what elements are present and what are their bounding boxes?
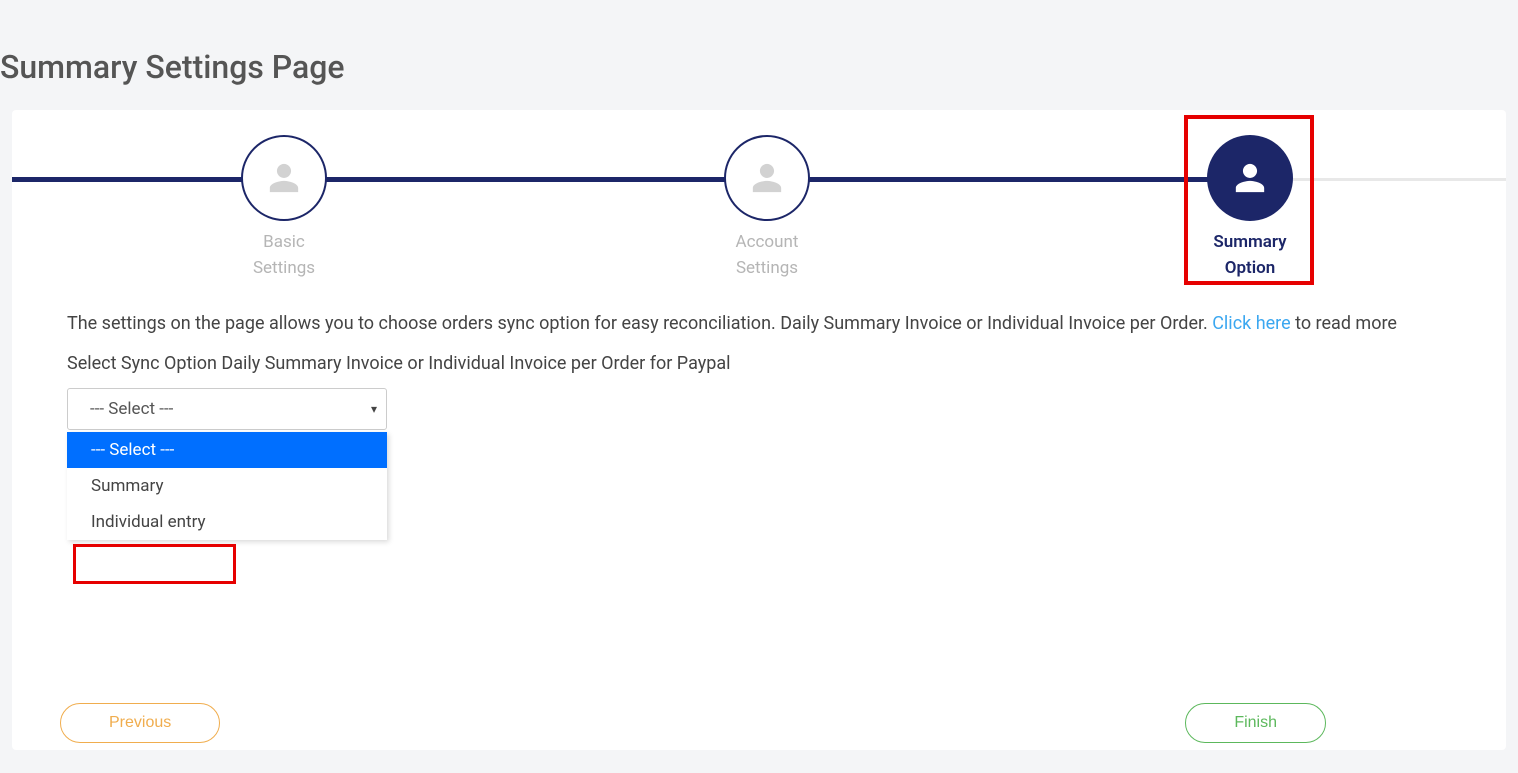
footer-buttons: Previous Finish (60, 703, 1326, 743)
highlight-box (73, 544, 236, 584)
user-icon (267, 161, 301, 195)
stepper-line (12, 177, 768, 182)
step-account-settings[interactable] (724, 135, 810, 221)
step-basic-settings[interactable] (241, 135, 327, 221)
description-text: The settings on the page allows you to c… (67, 310, 1451, 339)
stepper: Basic Settings Account Settings Summary … (12, 110, 1506, 280)
highlight-box (1184, 115, 1314, 285)
step-label-basic: Basic Settings (209, 230, 359, 281)
page-title: Summary Settings Page (0, 0, 1518, 110)
dropdown-option-summary[interactable]: Summary (67, 468, 387, 504)
user-icon (750, 161, 784, 195)
sync-option-select[interactable]: --- Select --- (67, 388, 387, 430)
sync-option-label: Select Sync Option Daily Summary Invoice… (67, 353, 1451, 374)
sync-option-dropdown: --- Select --- Summary Individual entry (67, 432, 387, 540)
stepper-line (768, 177, 1251, 182)
settings-card: Basic Settings Account Settings Summary … (12, 110, 1506, 750)
content-area: The settings on the page allows you to c… (12, 280, 1506, 450)
previous-button[interactable]: Previous (60, 703, 220, 743)
click-here-link[interactable]: Click here (1212, 313, 1290, 334)
sync-option-select-wrapper: --- Select --- ▾ --- Select --- Summary … (67, 388, 387, 430)
dropdown-option-individual[interactable]: Individual entry (67, 504, 387, 540)
step-label-account: Account Settings (692, 230, 842, 281)
dropdown-option-select[interactable]: --- Select --- (67, 432, 387, 468)
finish-button[interactable]: Finish (1185, 703, 1326, 743)
